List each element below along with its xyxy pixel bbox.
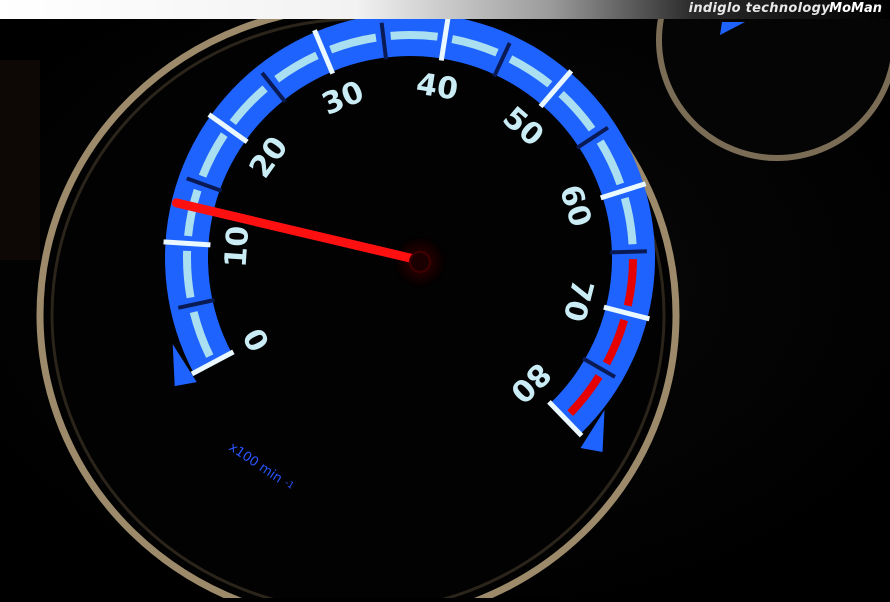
tachometer-photo: 0102030 4050607080 x100 min -1 bbox=[0, 0, 890, 602]
minor-tick bbox=[609, 249, 647, 255]
left-panel-shadow bbox=[0, 60, 40, 260]
banner-brand-logo: MoMan bbox=[829, 1, 882, 16]
dial-numeral: 40 bbox=[414, 67, 461, 108]
dial-segment bbox=[183, 250, 195, 299]
dial-numeral: 10 bbox=[219, 225, 257, 269]
banner-tagline: indiglo technology bbox=[688, 1, 830, 16]
needle-hub bbox=[409, 251, 431, 273]
photo-scene: 0 10 20 30 40 50 60 70 80 x100 min -1 bbox=[0, 0, 890, 602]
major-tick bbox=[163, 239, 211, 248]
dial-segment bbox=[390, 31, 439, 41]
header-banner: indiglo technology MoMan bbox=[0, 0, 890, 19]
